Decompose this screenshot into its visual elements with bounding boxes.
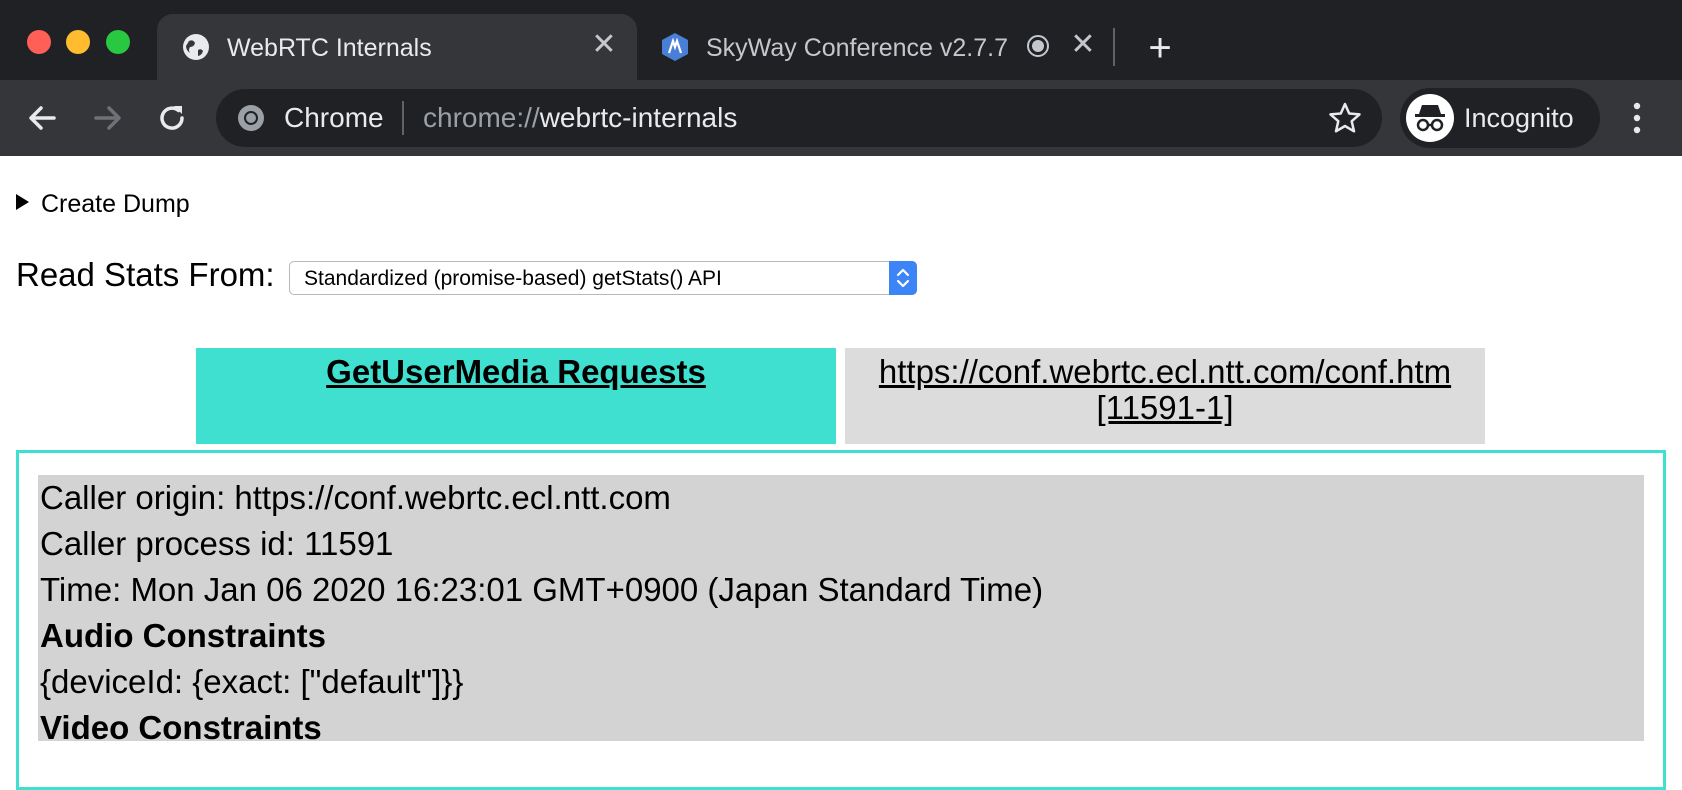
incognito-label: Incognito bbox=[1464, 103, 1574, 133]
tab-label: GetUserMedia Requests bbox=[326, 353, 706, 390]
select-arrows-icon bbox=[889, 261, 917, 295]
new-tab-button[interactable]: + bbox=[1140, 28, 1180, 68]
close-window-button[interactable] bbox=[27, 30, 51, 54]
bookmark-star-icon[interactable] bbox=[1328, 101, 1362, 135]
omnibox-divider bbox=[402, 101, 404, 135]
audio-constraints-heading: Audio Constraints bbox=[40, 617, 326, 654]
audio-constraints-value: {deviceId: {exact: ["default"]}} bbox=[40, 663, 464, 700]
caller-origin: Caller origin: https://conf.webrtc.ecl.n… bbox=[40, 479, 671, 516]
chrome-logo-icon bbox=[238, 105, 264, 131]
url-scheme: chrome:// bbox=[423, 102, 540, 133]
browser-chrome: WebRTC Internals ✕ SkyWay Conference v2.… bbox=[0, 0, 1682, 156]
tab-label-id: [11591-1] bbox=[1096, 389, 1234, 426]
tab-peer-connection[interactable]: https://conf.webrtc.ecl.ntt.com/conf.htm… bbox=[845, 348, 1485, 444]
site-label: Chrome bbox=[284, 102, 384, 133]
create-dump-label: Create Dump bbox=[41, 190, 190, 218]
incognito-badge[interactable]: Incognito bbox=[1400, 88, 1600, 148]
request-time: Time: Mon Jan 06 2020 16:23:01 GMT+0900 … bbox=[40, 571, 1044, 608]
minimize-window-button[interactable] bbox=[66, 30, 90, 54]
back-button[interactable] bbox=[22, 97, 64, 139]
forward-arrow-icon bbox=[94, 106, 121, 130]
url-text: chrome://webrtc-internals bbox=[423, 102, 737, 134]
reload-button[interactable] bbox=[151, 97, 193, 139]
caller-process-id: Caller process id: 11591 bbox=[40, 525, 394, 562]
forward-button[interactable] bbox=[86, 97, 128, 139]
create-dump-toggle[interactable]: Create Dump bbox=[16, 190, 190, 219]
tab-skyway-conference[interactable]: SkyWay Conference v2.7.7 ✕ bbox=[650, 14, 1120, 80]
getusermedia-panel: Caller origin: https://conf.webrtc.ecl.n… bbox=[16, 450, 1666, 790]
incognito-icon bbox=[1406, 94, 1454, 142]
tab-label: https://conf.webrtc.ecl.ntt.com/conf.htm bbox=[878, 353, 1452, 390]
globe-icon bbox=[183, 34, 209, 60]
read-stats-selected-value: Standardized (promise-based) getStats() … bbox=[304, 267, 722, 290]
tab-title: SkyWay Conference v2.7.7 bbox=[706, 34, 1008, 62]
maximize-window-button[interactable] bbox=[106, 30, 130, 54]
recording-icon bbox=[1027, 35, 1049, 57]
skyway-icon bbox=[662, 33, 688, 61]
read-stats-label: Read Stats From: bbox=[16, 256, 275, 293]
request-info: Caller origin: https://conf.webrtc.ecl.n… bbox=[38, 475, 1644, 746]
disclosure-triangle-icon bbox=[16, 194, 29, 210]
tab-title: WebRTC Internals bbox=[227, 34, 432, 62]
close-icon[interactable]: ✕ bbox=[1066, 28, 1100, 62]
read-stats-select[interactable]: Standardized (promise-based) getStats() … bbox=[289, 261, 917, 295]
tab-webrtc-internals[interactable]: WebRTC Internals ✕ bbox=[157, 14, 637, 80]
tab-getusermedia-requests[interactable]: GetUserMedia Requests bbox=[196, 348, 836, 444]
close-icon[interactable]: ✕ bbox=[587, 28, 621, 62]
toolbar: Chrome chrome://webrtc-internals Incogni… bbox=[0, 80, 1682, 156]
tab-divider bbox=[1113, 28, 1115, 66]
page-content: Create Dump Read Stats From: Standardize… bbox=[0, 156, 1682, 790]
video-constraints-heading: Video Constraints bbox=[40, 709, 322, 746]
url-host: webrtc-internals bbox=[539, 102, 738, 133]
more-menu-icon[interactable] bbox=[1625, 96, 1649, 140]
reload-icon bbox=[160, 106, 184, 130]
address-bar[interactable]: Chrome chrome://webrtc-internals bbox=[216, 89, 1382, 147]
back-arrow-icon bbox=[29, 106, 56, 130]
